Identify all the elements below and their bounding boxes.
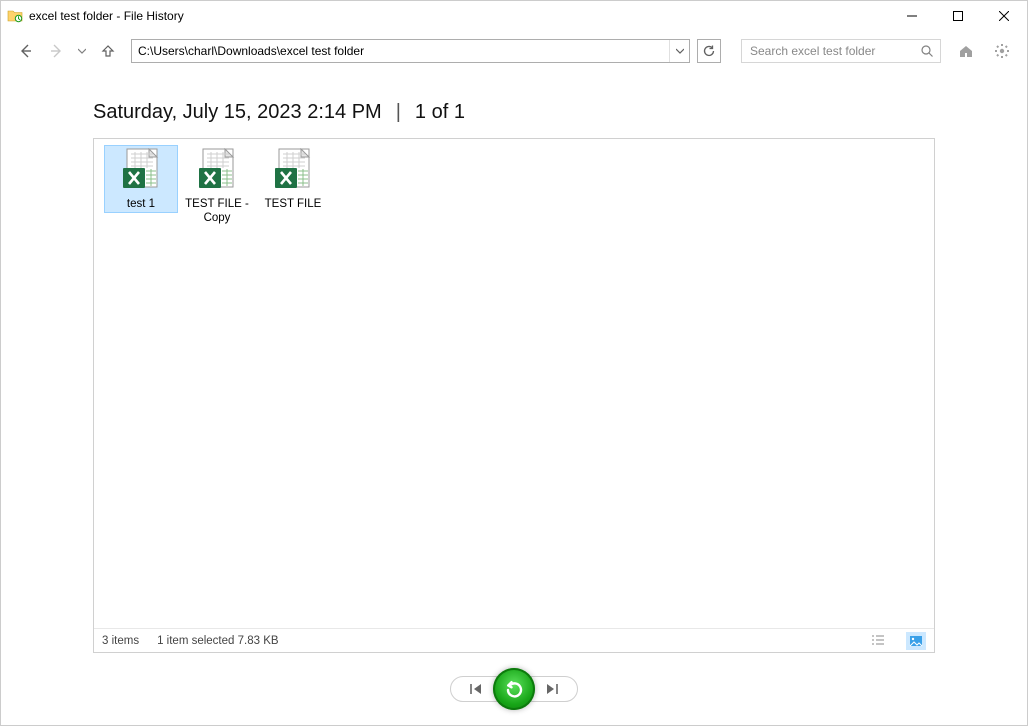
history-nav-pill <box>450 676 578 702</box>
file-label: test 1 <box>127 197 155 211</box>
icons-view-button[interactable] <box>906 632 926 650</box>
home-button[interactable] <box>955 40 977 62</box>
up-button[interactable] <box>97 40 119 62</box>
search-icon <box>920 44 934 58</box>
back-button[interactable] <box>15 40 37 62</box>
maximize-button[interactable] <box>935 1 981 31</box>
next-version-button[interactable] <box>529 677 573 701</box>
settings-gear-button[interactable] <box>991 40 1013 62</box>
window-title: excel test folder - File History <box>29 9 184 23</box>
minimize-button[interactable] <box>889 1 935 31</box>
recent-locations-dropdown[interactable] <box>75 40 89 62</box>
excel-file-icon <box>269 147 317 195</box>
address-bar[interactable] <box>131 39 690 63</box>
folder-history-icon <box>7 8 23 24</box>
excel-file-icon <box>117 147 165 195</box>
history-nav-controls <box>1 653 1027 725</box>
search-input[interactable] <box>748 43 920 59</box>
version-header: Saturday, July 15, 2023 2:14 PM | 1 of 1 <box>93 101 935 124</box>
file-history-window: excel test folder - File History <box>0 0 1028 726</box>
header-separator: | <box>396 101 401 124</box>
status-selection: 1 item selected 7.83 KB <box>157 635 278 647</box>
file-label: TEST FILE - Copy <box>182 197 252 225</box>
status-item-count: 3 items <box>102 635 139 647</box>
file-item[interactable]: TEST FILE <box>256 145 330 213</box>
refresh-button[interactable] <box>697 39 721 63</box>
forward-button[interactable] <box>45 40 67 62</box>
file-item[interactable]: test 1 <box>104 145 178 213</box>
address-input[interactable] <box>132 40 669 62</box>
file-label: TEST FILE <box>265 197 322 211</box>
titlebar: excel test folder - File History <box>1 1 1027 31</box>
address-dropdown-icon[interactable] <box>669 40 689 62</box>
nav-toolbar <box>1 31 1027 71</box>
file-item[interactable]: TEST FILE - Copy <box>180 145 254 227</box>
excel-file-icon <box>193 147 241 195</box>
content-area: Saturday, July 15, 2023 2:14 PM | 1 of 1… <box>1 71 1027 653</box>
restore-button[interactable] <box>493 668 535 710</box>
status-bar: 3 items 1 item selected 7.83 KB <box>94 628 934 652</box>
close-button[interactable] <box>981 1 1027 31</box>
file-grid[interactable]: test 1 TEST FILE - Copy TEST FILE <box>94 139 934 628</box>
details-view-button[interactable] <box>868 632 888 650</box>
version-timestamp: Saturday, July 15, 2023 2:14 PM <box>93 101 382 124</box>
version-position: 1 of 1 <box>415 101 465 124</box>
search-box[interactable] <box>741 39 941 63</box>
file-list-pane: test 1 TEST FILE - Copy TEST FILE 3 item… <box>93 138 935 653</box>
